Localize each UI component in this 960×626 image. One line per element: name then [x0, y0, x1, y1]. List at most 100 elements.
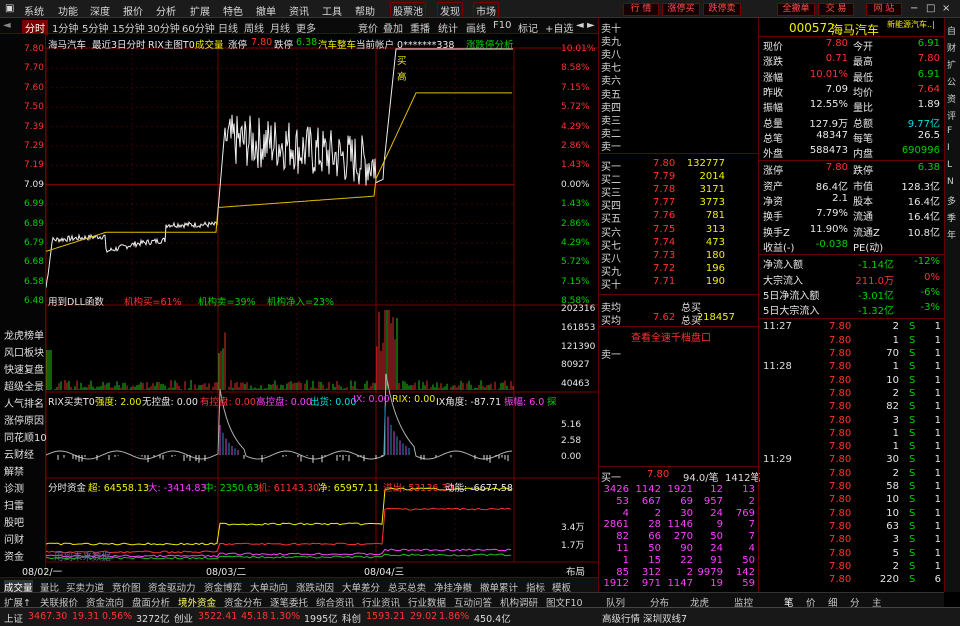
- limit-analysis-link[interactable]: 涨跌停分析: [466, 37, 514, 51]
- tick-row[interactable]: 7.80 1 S 1: [759, 428, 945, 441]
- index-kc-label[interactable]: 科创: [342, 611, 361, 625]
- nav-limit-reason[interactable]: 涨停原因: [4, 412, 44, 427]
- nav-quick-review[interactable]: 快速复盘: [4, 361, 44, 376]
- tick-row[interactable]: 11:28 7.80 1 S 1: [759, 361, 945, 374]
- ask-row[interactable]: 卖十: [599, 20, 759, 35]
- bid-row[interactable]: 买八 7.73 180: [599, 250, 759, 265]
- tab-monthly[interactable]: 月线: [270, 20, 290, 35]
- bid-row[interactable]: 买三 7.78 3171: [599, 184, 759, 199]
- bid-row[interactable]: 买四 7.77 3773: [599, 197, 759, 212]
- vertical-tab[interactable]: 自: [947, 24, 956, 37]
- full-depth-link[interactable]: 查看全速千档盘口: [599, 329, 759, 344]
- ask-row[interactable]: 卖九: [599, 33, 759, 48]
- tick-row[interactable]: 7.80 1 S 1: [759, 441, 945, 454]
- tick-row[interactable]: 7.80 58 S 1: [759, 481, 945, 494]
- quote-button[interactable]: 行 情: [623, 3, 659, 16]
- stock-pool-button[interactable]: 股票池: [390, 2, 426, 19]
- layout-button[interactable]: 布局: [566, 564, 585, 578]
- minimize-icon[interactable]: −: [910, 3, 918, 14]
- tab-60min[interactable]: 60分钟: [182, 20, 215, 35]
- maximize-icon[interactable]: □: [926, 3, 935, 14]
- nav-panorama[interactable]: 超级全景: [4, 378, 44, 393]
- tab-more[interactable]: 更多: [296, 20, 316, 35]
- flow-label[interactable]: 5日净流入额: [763, 287, 819, 302]
- bid-button[interactable]: 竞价: [358, 20, 378, 35]
- menu-quote[interactable]: 报价: [123, 3, 143, 18]
- add-favorite-button[interactable]: +自选: [545, 20, 573, 35]
- mark-button[interactable]: 标记: [518, 20, 538, 35]
- vertical-tab[interactable]: 财: [947, 41, 956, 54]
- tick-row[interactable]: 7.80 3 S 1: [759, 534, 945, 547]
- tab-intraday[interactable]: 分时: [22, 20, 48, 35]
- menu-function[interactable]: 功能: [58, 3, 78, 18]
- vertical-tab[interactable]: I: [947, 143, 950, 153]
- menu-help[interactable]: 帮助: [355, 3, 375, 18]
- menu-system[interactable]: 系统: [24, 3, 44, 18]
- sector-tag[interactable]: 汽车整车: [318, 37, 356, 51]
- prev-icon[interactable]: ◄: [576, 20, 584, 31]
- ask-row[interactable]: 卖四: [599, 99, 759, 114]
- draw-button[interactable]: 画线: [466, 20, 486, 35]
- ask-row[interactable]: 卖一: [599, 138, 759, 153]
- stock-concept-tag[interactable]: 新能源汽车..|: [887, 19, 935, 32]
- discover-button[interactable]: 发现: [437, 2, 463, 19]
- vertical-tab[interactable]: 资: [947, 92, 956, 105]
- vertical-tab[interactable]: 年: [947, 228, 956, 241]
- nav-unlock[interactable]: 解禁: [4, 463, 24, 478]
- tab-daily[interactable]: 日线: [218, 20, 238, 35]
- bid-row[interactable]: 买十 7.71 190: [599, 276, 759, 291]
- menu-depth[interactable]: 深度: [90, 3, 110, 18]
- chart-area[interactable]: 海马汽车 最近3日分时 RIX主图T0 成交量 涨停 7.80 跌停 6.38 …: [22, 34, 598, 578]
- tick-row[interactable]: 7.80 10 S 1: [759, 375, 945, 388]
- tab-30min[interactable]: 30分钟: [147, 20, 180, 35]
- vertical-tab[interactable]: 多: [947, 194, 956, 207]
- menu-news[interactable]: 资讯: [289, 3, 309, 18]
- tick-row[interactable]: 7.80 2 S 1: [759, 388, 945, 401]
- tick-row[interactable]: 7.80 1 S 1: [759, 335, 945, 348]
- tick-row[interactable]: 7.80 82 S 1: [759, 401, 945, 414]
- ask-row[interactable]: 卖三: [599, 112, 759, 127]
- nav-ask[interactable]: 问财: [4, 531, 24, 546]
- bid-row[interactable]: 买九 7.72 196: [599, 263, 759, 278]
- tick-row[interactable]: 11:29 7.80 30 S 1: [759, 454, 945, 467]
- menu-extend[interactable]: 扩展: [190, 3, 210, 18]
- tick-row[interactable]: 7.80 3 S 1: [759, 415, 945, 428]
- tab-weekly[interactable]: 周线: [244, 20, 264, 35]
- tab-1min[interactable]: 1分钟: [52, 20, 78, 35]
- bid-row[interactable]: 买二 7.79 2014: [599, 171, 759, 186]
- vertical-tab[interactable]: 评: [947, 109, 956, 122]
- tick-row[interactable]: 7.80 63 S 1: [759, 521, 945, 534]
- vertical-tab[interactable]: 公: [947, 75, 956, 88]
- nav-minesweep[interactable]: 扫雷: [4, 497, 24, 512]
- indicator-name[interactable]: RIX主图T0: [148, 37, 195, 51]
- cancel-all-button[interactable]: 全撤单: [777, 3, 815, 16]
- menu-cancel[interactable]: 撤单: [256, 3, 276, 18]
- limit-down-sell-button[interactable]: 跌停卖: [703, 3, 741, 16]
- tick-row[interactable]: 7.80 10 S 1: [759, 494, 945, 507]
- index-sh-label[interactable]: 上证: [4, 611, 23, 625]
- bid-row[interactable]: 买七 7.74 473: [599, 237, 759, 252]
- bid-row[interactable]: 买六 7.75 313: [599, 224, 759, 239]
- website-button[interactable]: 网 站: [866, 3, 902, 16]
- nav-funds[interactable]: 资金: [4, 548, 24, 563]
- limit-up-buy-button[interactable]: 涨停买: [662, 3, 700, 16]
- menu-feature[interactable]: 特色: [223, 3, 243, 18]
- market-button[interactable]: 市场: [473, 2, 499, 19]
- tick-row[interactable]: 7.80 220 S 6: [759, 574, 945, 587]
- nav-dragon-tiger[interactable]: 龙虎榜单: [4, 327, 44, 342]
- vertical-tab[interactable]: F: [947, 126, 952, 136]
- nav-forum[interactable]: 股吧: [4, 514, 24, 529]
- overlay-button[interactable]: 叠加: [383, 20, 403, 35]
- bid-row[interactable]: 买一 7.80 132777: [599, 158, 759, 173]
- f10-button[interactable]: F10: [493, 20, 511, 31]
- tab-15min[interactable]: 15分钟: [112, 20, 145, 35]
- index-cy-label[interactable]: 创业: [174, 611, 193, 625]
- nav-popularity[interactable]: 人气排名: [4, 395, 44, 410]
- ask-row[interactable]: 卖六: [599, 72, 759, 87]
- menu-tools[interactable]: 工具: [322, 3, 342, 18]
- advanced-quote-label[interactable]: 高级行情: [602, 611, 640, 625]
- tick-row[interactable]: 7.80 2 S 1: [759, 468, 945, 481]
- tick-row[interactable]: 7.80 10 S 1: [759, 508, 945, 521]
- ask-row[interactable]: 卖二: [599, 125, 759, 140]
- flow-label[interactable]: 净流入额: [763, 256, 803, 271]
